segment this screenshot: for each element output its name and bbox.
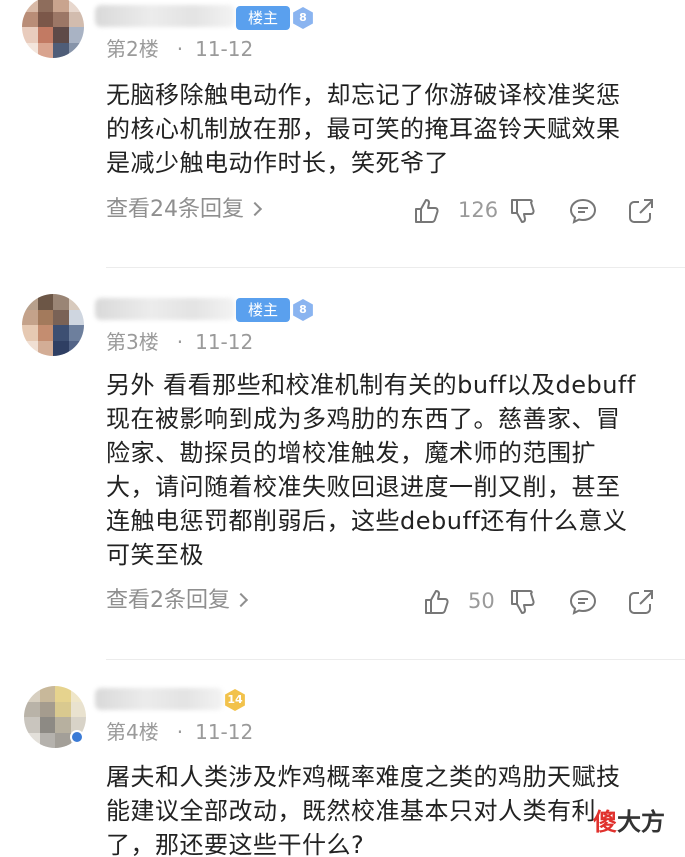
- like-count: 50: [468, 589, 495, 613]
- comment-date: 11-12: [195, 37, 254, 61]
- thumbs-down-icon[interactable]: [508, 587, 538, 617]
- username-blurred[interactable]: [95, 5, 235, 27]
- host-badge: 楼主: [236, 298, 290, 322]
- watermark: 傻大方: [593, 808, 665, 836]
- thumbs-down-icon[interactable]: [508, 196, 538, 226]
- comment-meta: 第2楼 · 11-12: [106, 37, 254, 61]
- thumbs-up-icon[interactable]: [422, 587, 452, 617]
- view-replies-link[interactable]: 查看24条回复: [106, 192, 263, 228]
- host-badge: 楼主: [236, 6, 290, 30]
- divider: [106, 659, 685, 660]
- comment-date: 11-12: [195, 720, 254, 744]
- share-icon[interactable]: [626, 587, 656, 617]
- level-badge: 14: [224, 689, 246, 711]
- comment-text: 无脑移除触电动作，却忘记了你游破译校准奖惩 的核心机制放在那，最可笑的掩耳盗铃天…: [106, 81, 621, 177]
- chevron-right-icon: [247, 201, 263, 217]
- comment-meta: 第3楼 · 11-12: [106, 330, 254, 354]
- floor-number: 第4楼: [106, 720, 159, 744]
- floor-number: 第3楼: [106, 330, 159, 354]
- view-replies-link[interactable]: 查看2条回复: [106, 583, 249, 619]
- share-icon[interactable]: [626, 196, 656, 226]
- comment-date: 11-12: [195, 330, 254, 354]
- comment-text: 屠夫和人类涉及炸鸡概率难度之类的鸡肋天赋技 能建议全部改动，既然校准基本只对人类…: [106, 763, 621, 857]
- comment-icon[interactable]: [568, 196, 598, 226]
- comment-actions: 查看2条回复 50: [106, 583, 666, 619]
- avatar[interactable]: [22, 294, 84, 356]
- avatar[interactable]: [22, 0, 84, 58]
- comment-actions: 查看24条回复 126: [106, 192, 666, 228]
- comment-icon[interactable]: [568, 587, 598, 617]
- floor-number: 第2楼: [106, 37, 159, 61]
- username-blurred[interactable]: [95, 298, 235, 320]
- chevron-right-icon: [233, 592, 249, 608]
- username-blurred[interactable]: [95, 688, 223, 710]
- verified-badge-icon: [70, 730, 84, 744]
- level-badge: 8: [292, 7, 314, 29]
- comment-meta: 第4楼 · 11-12: [106, 720, 254, 744]
- divider: [106, 267, 685, 268]
- thumbs-up-icon[interactable]: [412, 196, 442, 226]
- comment-text: 另外 看看那些和校准机制有关的buff以及debuff 现在被影响到成为多鸡肋的…: [106, 371, 636, 569]
- level-badge: 8: [292, 299, 314, 321]
- like-count: 126: [458, 198, 499, 222]
